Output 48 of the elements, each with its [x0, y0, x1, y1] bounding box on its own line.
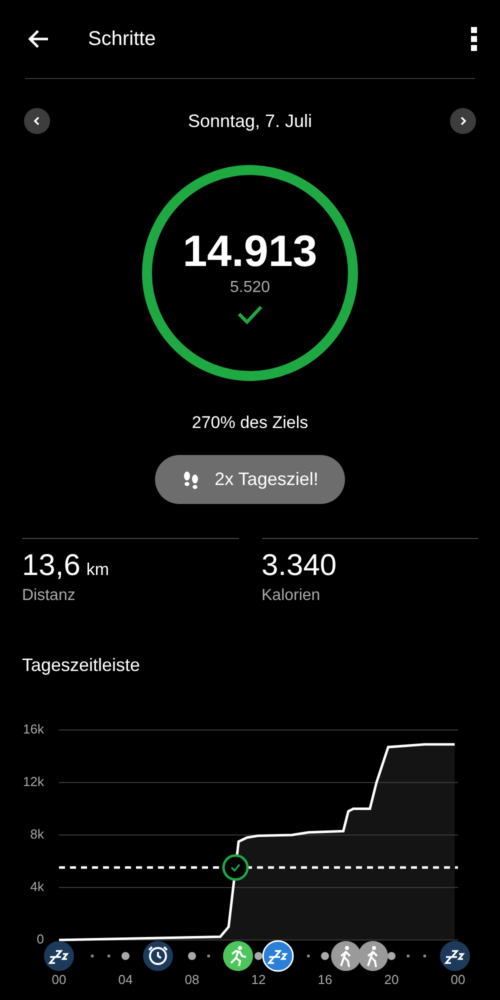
timeline-dot	[122, 952, 130, 960]
goal-percentage: 270% des Ziels	[190, 413, 310, 433]
timeline-dot	[107, 954, 110, 958]
stat-value: 3.340	[262, 549, 337, 583]
y-axis-label: 4k	[30, 878, 44, 894]
x-axis-label: 04	[118, 972, 133, 987]
timeline-dot	[321, 952, 329, 960]
step-count: 14.913	[182, 227, 318, 277]
x-axis-label: 00	[52, 972, 66, 987]
step-goal: 5.520	[230, 279, 270, 297]
sleep-event-icon[interactable]	[44, 941, 74, 971]
x-axis-label: 20	[384, 972, 399, 987]
y-axis-label: 8k	[30, 826, 44, 842]
x-axis-label: 12	[251, 972, 266, 987]
y-axis-label: 12k	[23, 774, 44, 789]
x-axis-label: 00	[450, 972, 466, 987]
more-options-icon[interactable]	[470, 26, 478, 52]
stat-label: Kalorien	[262, 587, 322, 605]
timeline-dot	[406, 954, 410, 958]
walk-event-icon[interactable]	[331, 941, 361, 971]
alarm-event-icon[interactable]	[143, 941, 173, 971]
run-event-icon[interactable]	[223, 941, 253, 971]
timeline-dot	[254, 952, 262, 960]
timeline-dot	[90, 954, 94, 958]
goal-reached-marker	[222, 854, 249, 881]
page-title: Schritte	[88, 28, 157, 50]
stat-label: Distanz	[22, 587, 76, 605]
timeline-dot	[188, 952, 196, 960]
y-axis-label: 16k	[23, 721, 44, 736]
chevron-left-icon	[32, 116, 42, 126]
timeline-dot	[207, 954, 210, 958]
x-axis-label: 08	[184, 972, 200, 987]
daily-goal-badge[interactable]: 2x Tagesziel!	[154, 455, 346, 504]
x-axis-label: 16	[318, 972, 332, 987]
next-day-button[interactable]	[450, 108, 476, 134]
section-title: Tageszeitleiste	[22, 655, 142, 676]
date-label: Sonntag, 7. Juli	[188, 110, 312, 132]
sleep-event-icon[interactable]	[262, 940, 294, 972]
chevron-right-icon	[458, 116, 468, 126]
sleep-event-icon[interactable]	[440, 941, 470, 971]
stat-value: 13,6	[22, 549, 80, 583]
y-axis-label: 0	[36, 931, 44, 946]
timeline-dot	[388, 952, 396, 960]
timeline-dot	[423, 954, 426, 958]
previous-day-button[interactable]	[24, 108, 50, 134]
timeline-dot	[306, 954, 310, 958]
walk-event-icon[interactable]	[358, 941, 388, 971]
stat-unit: km	[86, 560, 110, 580]
